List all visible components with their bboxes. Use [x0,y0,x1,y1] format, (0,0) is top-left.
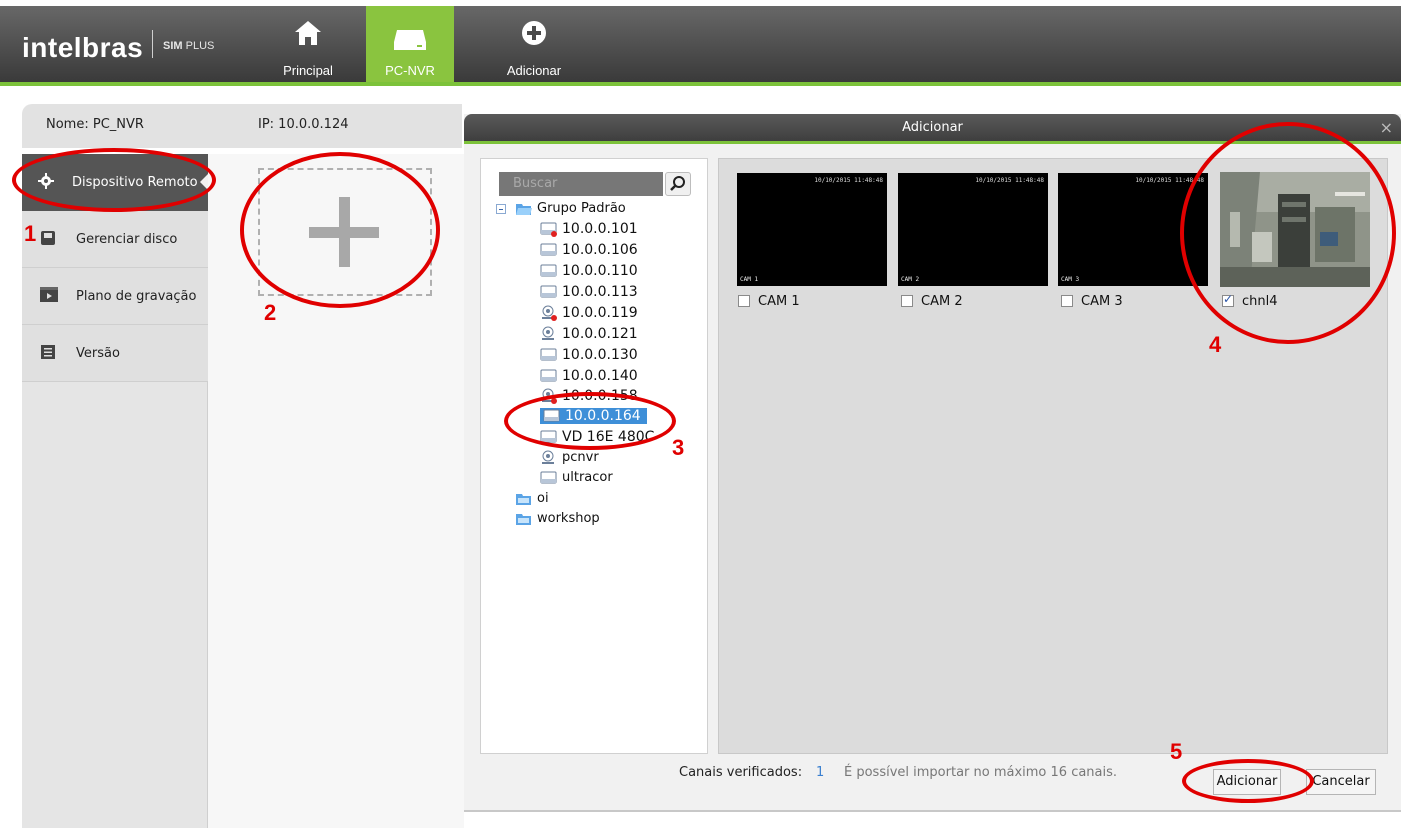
tree-group-padrao[interactable]: Grupo Padrão [515,199,626,219]
annotation-number: 2 [264,300,277,325]
dialog-titlebar: Adicionar × [464,114,1401,144]
camera-offline-icon [542,388,557,404]
add-circle-icon [522,21,546,45]
brand-logo: intelbras [22,32,144,63]
camera-icon [542,326,554,340]
max-channels-note: É possível importar no máximo 16 canais. [844,765,1118,780]
annotation-number: 4 [1209,332,1222,357]
tab-pc-nvr-label: PC-NVR [385,63,435,78]
nvr-icon [540,430,557,443]
tree-group-oi[interactable]: oi [515,489,549,509]
sidebar-item-label: Gerenciar disco [76,232,178,247]
search-button[interactable] [665,172,691,196]
search-icon [670,176,685,191]
search-input[interactable]: Buscar [493,172,663,196]
tree-device[interactable]: ultracor [540,468,613,488]
plus-icon [309,197,379,267]
device-name: Nome: PC_NVR [46,117,144,132]
tree-device[interactable]: pcnvr [540,448,599,468]
tree-device[interactable]: VD 16E 480C [540,427,654,447]
disk-icon [41,231,55,245]
add-device-button[interactable] [258,168,432,296]
annotation-number: 3 [672,435,685,460]
tree-device[interactable]: 10.0.0.140 [540,366,638,386]
camera-preview-live[interactable] [1220,172,1370,287]
checkbox[interactable] [901,295,913,307]
nvr-icon [394,30,426,50]
verified-count: 1 [816,765,825,780]
folder-open-icon [516,203,532,215]
nvr-icon [540,243,557,256]
tree-device[interactable]: 10.0.0.121 [540,324,638,344]
tree-device[interactable]: 10.0.0.119 [540,303,638,323]
checkbox-checked[interactable] [1222,292,1234,307]
sidebar-item-label: Dispositivo Remoto [72,175,198,190]
tree-device-selected[interactable]: 10.0.0.164 [540,406,647,426]
nvr-icon [540,348,557,361]
channel-checkbox[interactable]: CAM 2 [901,294,963,309]
dialog-title: Adicionar [902,120,963,135]
collapse-toggle[interactable] [496,204,506,214]
folder-icon [516,493,531,505]
list-icon [41,345,55,359]
tree-device[interactable]: 10.0.0.110 [540,261,638,281]
device-ip: IP: 10.0.0.124 [258,117,349,132]
verified-label: Canais verificados: [679,765,803,780]
tab-principal[interactable]: Principal [264,6,352,82]
nvr-offline-icon [540,222,557,237]
logo-divider [152,30,153,58]
camera-offline-icon [542,305,557,321]
annotation-number: 5 [1170,739,1183,764]
sidebar-item-plano-de-gravacao[interactable]: Plano de gravação [22,268,208,325]
tree-group-workshop[interactable]: workshop [515,509,600,529]
sidebar-item-label: Versão [76,346,120,361]
top-edge [0,0,1401,6]
checkbox[interactable] [738,295,750,307]
tab-adicionar[interactable]: Adicionar [490,6,578,82]
channel-checkbox[interactable]: chnl4 [1222,292,1278,309]
channel-checkbox[interactable]: CAM 3 [1061,294,1123,309]
add-button[interactable]: Adicionar [1213,769,1281,795]
tree-device[interactable]: 10.0.0.130 [540,345,638,365]
tab-pc-nvr[interactable]: PC-NVR [366,6,454,82]
camera-preview[interactable]: 10/10/2015 11:48:48 CAM 2 [898,173,1048,286]
sidebar-item-dispositivo-remoto[interactable]: Dispositivo Remoto [22,154,209,211]
camera-icon [542,450,554,464]
channel-checkbox[interactable]: CAM 1 [738,294,800,309]
brand-subtitle: SIM PLUS [163,40,215,52]
folder-icon [516,513,531,525]
nvr-icon [540,471,557,483]
nvr-icon [540,369,557,382]
nvr-icon [540,264,557,277]
nvr-icon [540,285,557,298]
tab-adicionar-label: Adicionar [506,63,562,78]
camera-preview[interactable]: 10/10/2015 11:48:48 CAM 1 [737,173,887,286]
sidebar-item-gerenciar-disco[interactable]: Gerenciar disco [22,211,208,268]
annotation-number: 1 [24,221,37,246]
app-window: intelbras SIM PLUS Principal PC-NVR Adic… [0,0,1401,828]
tree-device[interactable]: 10.0.0.113 [540,282,638,302]
tab-principal-label: Principal [283,63,333,78]
sidebar-item-label: Plano de gravação [76,289,197,304]
film-icon [40,287,58,302]
tree-device[interactable]: 10.0.0.106 [540,240,638,260]
tree-device[interactable]: 10.0.0.101 [540,219,638,239]
tree-device[interactable]: 10.0.0.158 [540,386,638,406]
room-thumbnail [1220,172,1370,287]
checkbox[interactable] [1061,295,1073,307]
gear-icon [38,173,54,189]
camera-preview[interactable]: 10/10/2015 11:48:48 CAM 3 [1058,173,1208,286]
close-icon[interactable]: × [1380,114,1393,142]
home-icon [295,21,321,45]
cancel-button[interactable]: Cancelar [1306,769,1376,795]
sidebar-item-versao[interactable]: Versão [22,325,208,382]
nvr-icon [543,409,560,422]
